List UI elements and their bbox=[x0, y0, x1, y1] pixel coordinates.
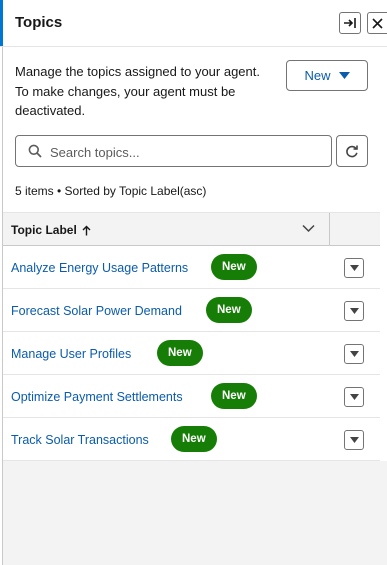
row-menu-chevron-icon bbox=[349, 437, 359, 443]
row-actions-button[interactable] bbox=[344, 430, 364, 450]
table-header: Topic Label bbox=[3, 212, 380, 246]
chevron-down-icon bbox=[338, 72, 350, 79]
row-menu-chevron-icon bbox=[349, 265, 359, 271]
table-empty-area bbox=[3, 461, 387, 565]
column-header-topic-label[interactable]: Topic Label bbox=[11, 223, 91, 237]
table-row: Forecast Solar Power Demand New bbox=[3, 289, 380, 332]
row-menu-chevron-icon bbox=[349, 351, 359, 357]
topic-link[interactable]: Track Solar Transactions bbox=[11, 433, 149, 447]
table-row: Analyze Energy Usage Patterns New bbox=[3, 246, 380, 289]
status-badge: New bbox=[211, 383, 257, 409]
topic-link[interactable]: Optimize Payment Settlements bbox=[11, 390, 183, 404]
row-actions-button[interactable] bbox=[344, 301, 364, 321]
refresh-icon bbox=[346, 145, 358, 158]
new-button-label: New bbox=[304, 68, 331, 83]
row-menu-chevron-icon bbox=[349, 394, 359, 400]
column-divider bbox=[329, 213, 330, 246]
row-actions-button[interactable] bbox=[344, 258, 364, 278]
table-row: Optimize Payment Settlements New bbox=[3, 375, 380, 418]
row-actions-button[interactable] bbox=[344, 387, 364, 407]
dock-panel-button[interactable] bbox=[339, 12, 361, 34]
search-box bbox=[15, 135, 332, 168]
column-header-text: Topic Label bbox=[11, 223, 77, 237]
table-row: Manage User Profiles New bbox=[3, 332, 380, 375]
new-topic-button[interactable]: New bbox=[286, 60, 368, 91]
status-badge: New bbox=[206, 297, 252, 323]
search-icon bbox=[28, 144, 42, 158]
panel-description: Manage the topics assigned to your agent… bbox=[15, 64, 260, 118]
refresh-button[interactable] bbox=[336, 135, 368, 167]
search-input[interactable] bbox=[48, 136, 322, 168]
status-badge: New bbox=[157, 340, 203, 366]
row-actions-button[interactable] bbox=[344, 344, 364, 364]
list-summary: 5 items • Sorted by Topic Label(asc) bbox=[15, 184, 207, 198]
topics-table: Topic Label Analyze Energy Usage Pattern… bbox=[3, 212, 380, 461]
row-menu-chevron-icon bbox=[349, 308, 359, 314]
status-badge: New bbox=[211, 254, 257, 280]
panel-title: Topics bbox=[15, 14, 63, 31]
topic-link[interactable]: Forecast Solar Power Demand bbox=[11, 304, 182, 318]
topic-link[interactable]: Analyze Energy Usage Patterns bbox=[11, 261, 188, 275]
dock-panel-icon bbox=[344, 18, 356, 28]
sort-arrow-up-icon bbox=[82, 225, 91, 235]
column-menu-chevron-icon[interactable] bbox=[302, 224, 315, 233]
close-icon bbox=[372, 17, 383, 29]
close-panel-button[interactable] bbox=[367, 12, 387, 34]
panel-header: Topics bbox=[0, 0, 387, 47]
status-badge: New bbox=[171, 426, 217, 452]
table-row: Track Solar Transactions New bbox=[3, 418, 380, 461]
topic-link[interactable]: Manage User Profiles bbox=[11, 347, 131, 361]
